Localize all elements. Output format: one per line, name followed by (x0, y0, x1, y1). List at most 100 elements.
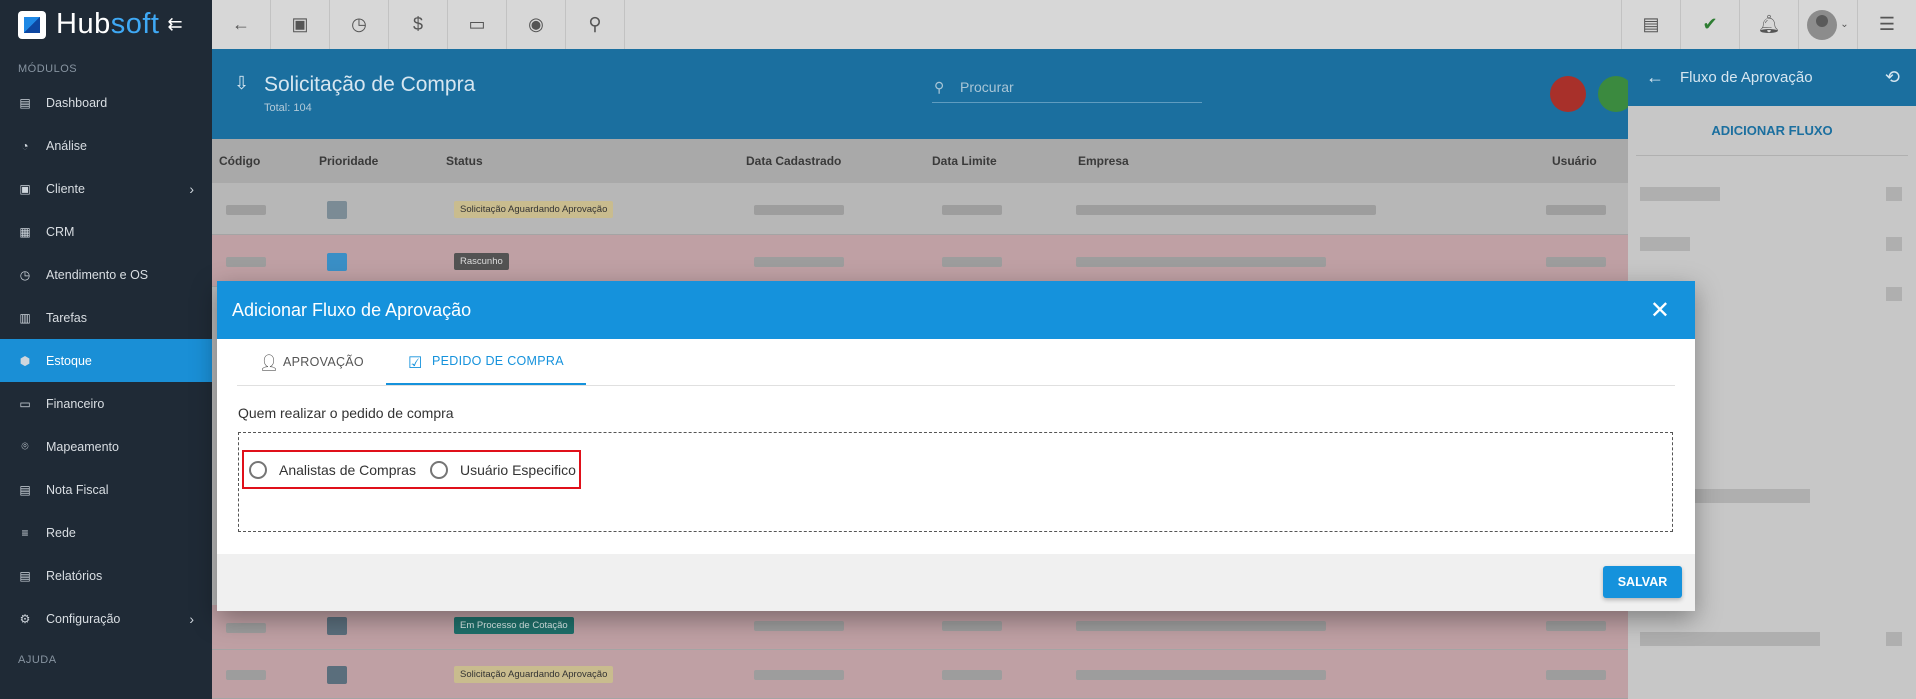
column-header[interactable]: Status (446, 154, 483, 168)
gear-icon: ⚙ (19, 611, 31, 626)
radio-label: Analistas de Compras (279, 461, 416, 478)
chat-check-icon[interactable]: ✔ (1680, 0, 1739, 49)
sidebar: Hubsoft ⇇ MÓDULOS ▤ Dashboard ◔ Análise ▣ Cli… (0, 0, 212, 699)
history-icon[interactable]: ⟲ (1885, 67, 1900, 88)
sidebar-item-nota-fiscal[interactable]: ▤ Nota Fiscal (0, 468, 212, 511)
clipboard-check-icon: ☑ (407, 355, 423, 372)
list-menu-icon[interactable]: ☰ (1857, 0, 1916, 49)
dialog-footer: SALVAR (217, 554, 1695, 611)
radio-analistas-de-compras[interactable]: Analistas de Compras (249, 460, 416, 479)
sidebar-item-label: Análise (46, 138, 87, 153)
sidebar-item-label: Cliente (46, 181, 85, 196)
radio-button[interactable] (249, 460, 267, 479)
invoice-icon: ▤ (19, 482, 31, 497)
column-header[interactable]: Usuário (1552, 154, 1597, 168)
panel-title: Fluxo de Aprovação (1680, 69, 1813, 86)
sidebar-item-atendimento-e-os[interactable]: ◷ Atendimento e OS (0, 253, 212, 296)
table-row[interactable]: Solicitação Aguardando Aprovação (212, 650, 1628, 699)
contact-icon: ▣ (19, 181, 31, 196)
sidebar-item-cliente[interactable]: ▣ Cliente › (0, 167, 212, 210)
pdf-icon[interactable]: ▤ (1621, 0, 1680, 49)
panel-header: ← Fluxo de Aprovação ⟲ (1628, 49, 1916, 106)
sidebar-item-estoque[interactable]: ⬢ Estoque (0, 339, 212, 382)
page-header: ⇩ Solicitação de Compra Total: 104 ⚲ Proc… (212, 49, 1634, 139)
column-header[interactable]: Data Limite (932, 154, 997, 168)
eye-icon[interactable]: ◉ (507, 0, 566, 49)
sidebar-item-an-lise[interactable]: ◔ Análise (0, 124, 212, 167)
sidebar-item-financeiro[interactable]: ▭ Financeiro (0, 382, 212, 425)
bell-icon[interactable]: 🔔︎ (1739, 0, 1798, 49)
sidebar-item-tarefas[interactable]: ▥ Tarefas (0, 296, 212, 339)
column-header[interactable]: Código (219, 154, 260, 168)
table-header: Código Prioridade Status Data Cadastrado… (212, 139, 1628, 183)
radio-button[interactable] (429, 460, 448, 479)
report-icon: ▤ (19, 568, 31, 583)
search-icon: ⚲ (934, 79, 945, 95)
tab-label: PEDIDO DE COMPRA (431, 354, 564, 368)
sidebar-item-crm[interactable]: ▦ CRM (0, 210, 212, 253)
sidebar-item-label: Nota Fiscal (46, 482, 109, 497)
chevron-right-icon: › (189, 180, 194, 197)
add-flow-button[interactable]: ADICIONAR FLUXO (1636, 106, 1908, 156)
sidebar-item-configura-o[interactable]: ⚙ Configuração › (0, 597, 212, 640)
column-header[interactable]: Data Cadastrado (746, 154, 841, 168)
calendar-clock-icon: ◷ (19, 267, 31, 282)
sidebar-item-label: Dashboard (46, 95, 108, 110)
calendar-clock-icon[interactable]: ◷ (330, 0, 389, 49)
tab-approval[interactable]: 👤︎ APROVAÇÃO (237, 339, 386, 385)
close-icon[interactable]: ✕ (1650, 296, 1670, 325)
table-row[interactable]: Em Processo de Cotação (212, 605, 1628, 650)
radio-label: Usuário Especifico (459, 461, 576, 478)
sidebar-item-label: Tarefas (46, 310, 87, 325)
radio-usuario-especifico[interactable]: Usuário Especifico (429, 460, 576, 479)
pie-chart-icon: ◔ (21, 138, 29, 153)
user-menu[interactable]: ⌄ (1798, 0, 1857, 49)
avatar (1807, 9, 1838, 40)
dialog-tabs: 👤︎ APROVAÇÃO ☑ PEDIDO DE COMPRA (237, 339, 1675, 386)
terminal-icon[interactable]: ▭ (448, 0, 507, 49)
collapse-sidebar-icon[interactable]: ⇇ (167, 14, 182, 35)
table-row[interactable]: Solicitação Aguardando Aprovação (212, 183, 1628, 235)
sidebar-item-label: Relatórios (46, 568, 103, 583)
sidebar-item-mapeamento[interactable]: ⌾ Mapeamento (0, 425, 212, 468)
dollar-icon[interactable]: $ (389, 0, 448, 49)
page-total: Total: 104 (264, 102, 312, 114)
sidebar-item-label: CRM (46, 224, 75, 239)
tasks-icon: ▥ (19, 310, 31, 325)
dashboard-icon: ▤ (19, 95, 31, 110)
table-row[interactable]: Rascunho (212, 235, 1628, 287)
back-arrow-icon[interactable]: ← (212, 0, 271, 49)
column-header[interactable]: Empresa (1078, 154, 1129, 168)
sidebar-item-dashboard[interactable]: ▤ Dashboard (0, 81, 212, 124)
chevron-right-icon: › (189, 610, 194, 627)
app-logo-text: Hubsoft (56, 8, 160, 40)
sidebar-item-relat-rios[interactable]: ▤ Relatórios (0, 554, 212, 597)
sidebar-item-label: Mapeamento (46, 439, 119, 454)
sidebar-item-label: Estoque (46, 353, 92, 368)
logo-bar: Hubsoft ⇇ (0, 0, 212, 49)
sidebar-item-label: Rede (46, 525, 76, 540)
status-badge: Solicitação Aguardando Aprovação (454, 666, 614, 683)
back-arrow-icon[interactable]: ← (1646, 67, 1664, 88)
status-badge: Rascunho (454, 253, 509, 270)
box-icon: ⬢ (19, 353, 31, 368)
chevron-down-icon: ⌄ (1840, 19, 1849, 30)
money-icon: ▭ (19, 396, 31, 411)
status-badge: Em Processo de Cotação (454, 617, 574, 634)
search-icon[interactable]: ⚲ (566, 0, 625, 49)
save-button[interactable]: SALVAR (1603, 566, 1682, 598)
tab-label: APROVAÇÃO (283, 355, 364, 369)
stock-request-icon: ⇩ (234, 73, 250, 93)
tab-purchase-order[interactable]: ☑ PEDIDO DE COMPRA (385, 339, 586, 385)
sidebar-item-label: Configuração (46, 611, 121, 626)
sidebar-item-rede[interactable]: ≡ Rede (0, 511, 212, 554)
page-title: Solicitação de Compra (264, 73, 476, 96)
search-input[interactable]: ⚲ Procurar (932, 75, 1202, 103)
contact-card-icon[interactable]: ▣ (271, 0, 330, 49)
options-box: Analistas de Compras Usuário Especifico (238, 432, 1673, 532)
status-badge: Solicitação Aguardando Aprovação (454, 201, 614, 218)
sidebar-item-label: Atendimento e OS (46, 267, 149, 282)
column-header[interactable]: Prioridade (319, 154, 378, 168)
add-approval-flow-dialog: Adicionar Fluxo de Aprovação ✕ 👤︎ APROVA… (217, 281, 1695, 611)
export-pdf-button[interactable] (1550, 76, 1586, 112)
